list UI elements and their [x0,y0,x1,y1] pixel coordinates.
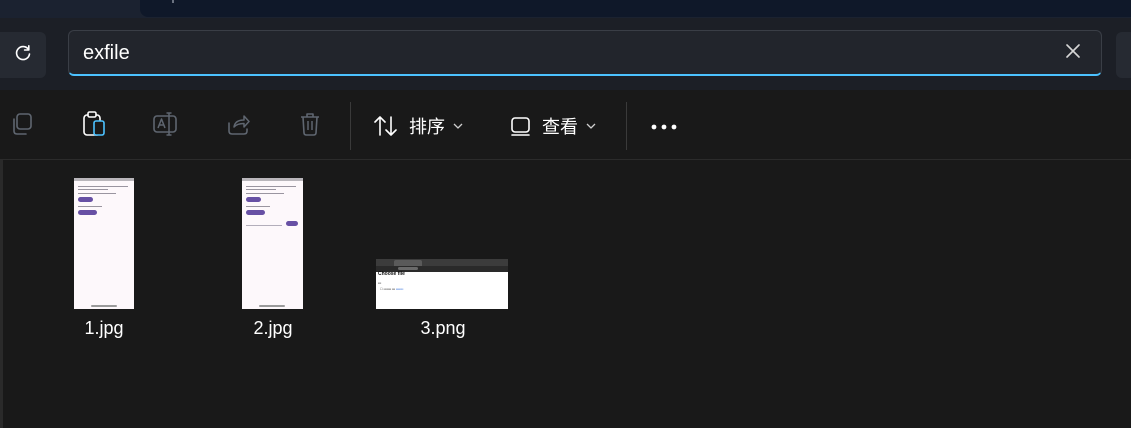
file-item[interactable]: 2.jpg [198,160,348,350]
more-icon [651,117,677,135]
file-item[interactable]: 1.jpg [29,160,179,350]
address-row [0,18,1131,90]
delete-button[interactable] [296,112,324,140]
file-list-area: 1.jpg 2.jpg Choose file ▪▪▪ ☐ ▪▪▪▪▪▪▪ ▪▪… [0,160,1131,428]
copy-icon [9,111,35,142]
sort-button[interactable]: 排序 [373,108,463,144]
close-icon [1066,43,1080,63]
rename-icon [152,111,180,142]
rename-button[interactable] [152,111,180,142]
view-label: 查看 [542,117,578,138]
copy-button[interactable] [8,112,36,140]
sort-icon [373,114,399,138]
clear-search-button[interactable] [1059,40,1087,66]
title-bar [0,0,1131,18]
more-options-button[interactable] [650,112,678,140]
file-thumbnail: Choose file ▪▪▪ ☐ ▪▪▪▪▪▪▪ ▪▪▪ ▪▪▪▪▪▪▪ [376,259,508,309]
file-name: 1.jpg [84,318,124,338]
file-explorer-window: 排序 查看 [0,0,1131,428]
toolbar-separator [350,102,351,150]
refresh-button[interactable] [0,32,46,78]
file-name: 2.jpg [253,318,293,338]
view-icon [510,115,532,137]
search-input[interactable] [83,39,1043,67]
tab-edge-mark [172,0,174,3]
file-thumbnail [242,178,303,309]
file-item[interactable]: Choose file ▪▪▪ ☐ ▪▪▪▪▪▪▪ ▪▪▪ ▪▪▪▪▪▪▪ 3.… [368,160,518,350]
file-thumbnail [74,178,134,309]
search-options-button[interactable] [1116,32,1131,78]
paste-icon [81,110,107,143]
thumbnail-heading: Choose file [378,271,405,277]
share-button[interactable] [224,112,252,140]
command-bar: 排序 查看 [0,90,1131,160]
file-name: 3.png [420,318,466,338]
active-tab[interactable] [140,0,1131,17]
paste-button[interactable] [80,110,108,143]
navigation-pane-edge [0,160,3,428]
sort-label: 排序 [409,117,445,138]
view-button[interactable]: 查看 [510,108,596,144]
toolbar-separator [626,102,627,150]
share-icon [225,111,251,142]
chevron-down-icon [453,123,463,129]
delete-icon [298,111,322,142]
refresh-icon [13,43,33,68]
search-box[interactable] [68,30,1102,76]
chevron-down-icon [586,123,596,129]
